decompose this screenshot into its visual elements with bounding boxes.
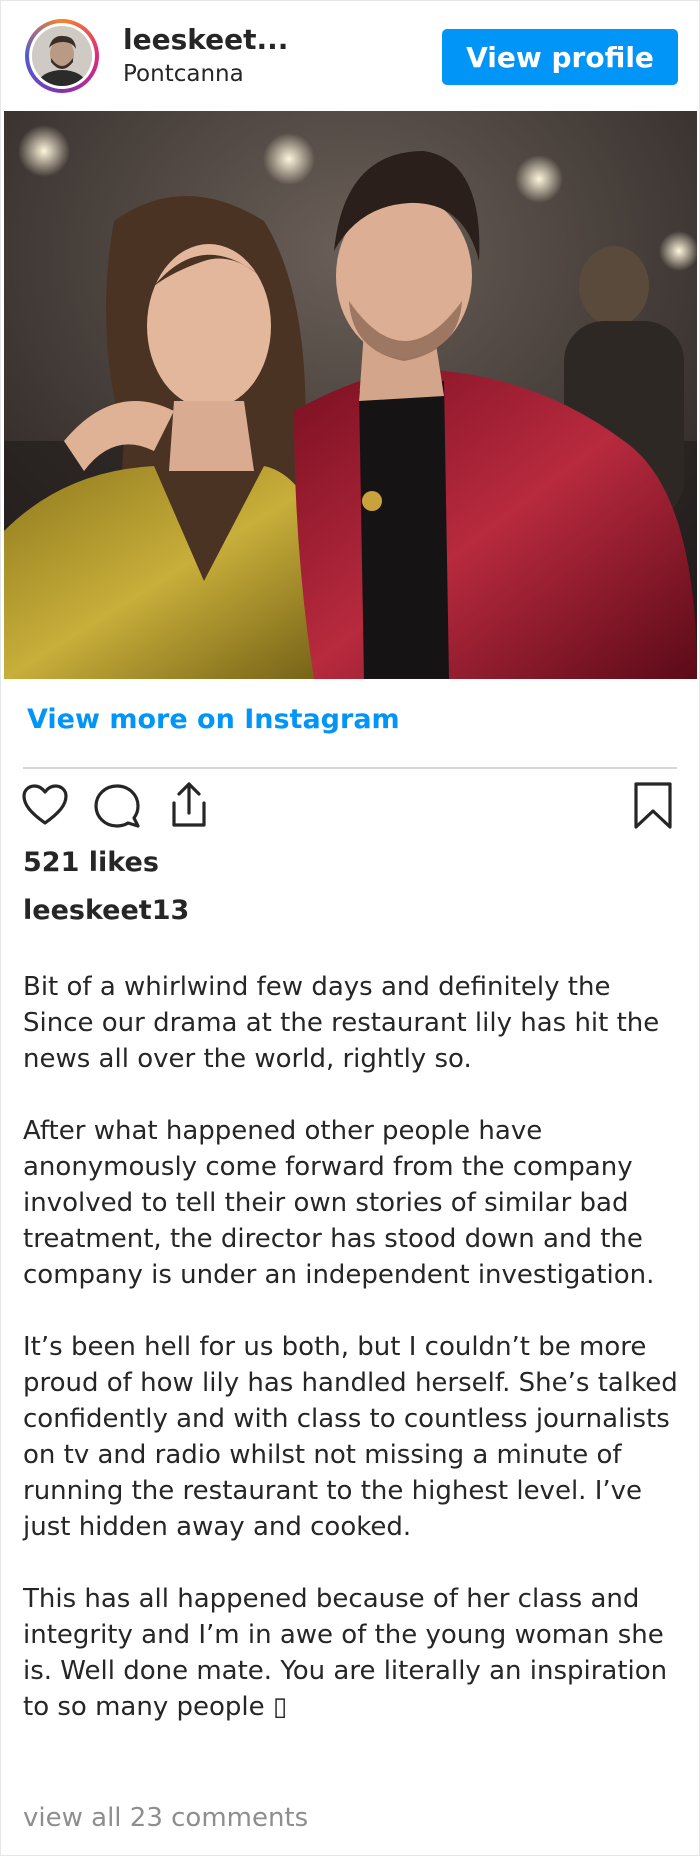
post-location[interactable]: Pontcanna — [123, 61, 244, 87]
heart-icon[interactable] — [21, 783, 69, 831]
avatar[interactable] — [25, 19, 99, 93]
divider — [23, 767, 677, 769]
view-all-comments-link[interactable]: view all 23 comments — [23, 1803, 308, 1833]
caption-username[interactable]: leeskeet13 — [23, 895, 189, 926]
view-profile-button[interactable]: View profile — [442, 29, 678, 85]
bookmark-icon[interactable] — [632, 781, 674, 835]
post-caption: Bit of a whirlwind few days and definite… — [23, 972, 678, 1722]
instagram-embed-card: leeskeet... Pontcanna View profile View … — [0, 0, 700, 1856]
view-more-on-instagram-link[interactable]: View more on Instagram — [27, 704, 400, 735]
share-icon[interactable] — [166, 781, 212, 833]
post-header: leeskeet... Pontcanna View profile — [1, 1, 699, 111]
avatar-image — [32, 26, 92, 86]
likes-count[interactable]: 521 likes — [23, 847, 159, 878]
post-photo[interactable] — [4, 111, 697, 679]
comment-icon[interactable] — [93, 783, 141, 833]
profile-username[interactable]: leeskeet... — [123, 23, 288, 56]
